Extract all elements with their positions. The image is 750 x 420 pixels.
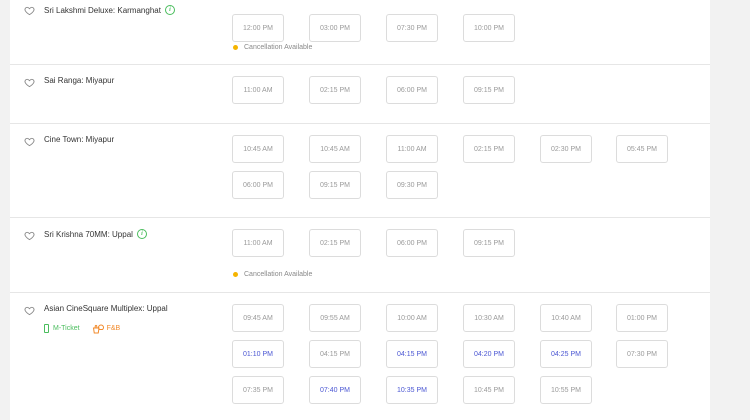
showtime-button[interactable]: 11:00 AM	[386, 135, 438, 163]
venue-row: Asian CineSquare Multiplex: Uppal M-Ticke…	[10, 292, 710, 420]
showtime-button[interactable]: 07:30 PM	[386, 14, 438, 42]
showtime-button[interactable]: 09:55 AM	[309, 304, 361, 332]
venue-row: Cine Town: Miyapur 10:45 AM 10:45 AM 11:00 …	[10, 123, 710, 218]
showtime-button[interactable]: 10:45 AM	[309, 135, 361, 163]
cancellation-note: Cancellation Available	[233, 44, 312, 51]
heart-icon[interactable]	[24, 305, 35, 316]
showtime-button[interactable]: 02:15 PM	[309, 76, 361, 104]
showtime-button[interactable]: 07:35 PM	[232, 376, 284, 404]
showtime-button[interactable]: 09:15 PM	[309, 171, 361, 199]
cancellation-text: Cancellation Available	[244, 271, 313, 278]
showtime-button[interactable]: 10:00 AM	[386, 304, 438, 332]
showtime-button[interactable]: 10:45 PM	[463, 376, 515, 404]
venue-name: Asian CineSquare Multiplex: Uppal	[44, 304, 168, 313]
venue-name-text: Asian CineSquare Multiplex: Uppal	[44, 304, 168, 313]
showtime-button[interactable]: 04:25 PM	[540, 340, 592, 368]
showtime-button[interactable]: 03:00 PM	[309, 14, 361, 42]
showtime-button[interactable]: 02:15 PM	[463, 135, 515, 163]
venue-features: M-Ticket F&B	[44, 323, 120, 334]
showtime-button[interactable]: 04:15 PM	[386, 340, 438, 368]
fnb-label: F&B	[106, 325, 121, 332]
heart-icon[interactable]	[24, 230, 35, 241]
venue-name: Sri Krishna 70MM: Uppal i	[44, 229, 147, 239]
showtime-button[interactable]: 10:55 PM	[540, 376, 592, 404]
showtime-button[interactable]: 09:30 PM	[386, 171, 438, 199]
showtime-button[interactable]: 10:45 AM	[232, 135, 284, 163]
venue-name: Sai Ranga: Miyapur	[44, 76, 114, 85]
showtime-button[interactable]: 06:00 PM	[386, 229, 438, 257]
heart-icon[interactable]	[24, 5, 35, 16]
venue-name-text: Sai Ranga: Miyapur	[44, 76, 115, 85]
venue-row: Sai Ranga: Miyapur 11:00 AM 02:15 PM 06:00 …	[10, 64, 710, 124]
mobile-ticket-icon	[44, 324, 49, 333]
showtime-button[interactable]: 04:20 PM	[463, 340, 515, 368]
showtime-button[interactable]: 04:15 PM	[309, 340, 361, 368]
showtime-button[interactable]: 02:30 PM	[540, 135, 592, 163]
showtime-button[interactable]: 06:00 PM	[232, 171, 284, 199]
showtime-button[interactable]: 02:15 PM	[309, 229, 361, 257]
venue-name: Cine Town: Miyapur	[44, 135, 114, 144]
showtime-button[interactable]: 10:40 AM	[540, 304, 592, 332]
venue-name-text: Sri Lakshmi Deluxe: Karmanghat	[44, 5, 161, 15]
food-icon	[92, 323, 104, 334]
heart-icon[interactable]	[24, 77, 35, 88]
venue-name-text: Cine Town: Miyapur	[44, 135, 115, 144]
showtime-button[interactable]: 06:00 PM	[386, 76, 438, 104]
venue-row: Sri Krishna 70MM: Uppal i 11:00 AM 02:15 PM…	[10, 217, 710, 293]
venue-name: Sri Lakshmi Deluxe: Karmanghat i	[44, 5, 175, 15]
status-dot	[233, 45, 238, 50]
showtime-button[interactable]: 10:35 PM	[386, 376, 438, 404]
showtimes-panel: Sri Lakshmi Deluxe: Karmanghat i 12:00 PM 0…	[10, 0, 710, 420]
cancellation-note: Cancellation Available	[233, 271, 312, 278]
showtime-button[interactable]: 10:00 PM	[463, 14, 515, 42]
mticket-label: M-Ticket	[53, 325, 80, 332]
showtime-button[interactable]: 10:30 AM	[463, 304, 515, 332]
showtime-button[interactable]: 09:45 AM	[232, 304, 284, 332]
showtime-button[interactable]: 05:45 PM	[616, 135, 668, 163]
showtime-button[interactable]: 12:00 PM	[232, 14, 284, 42]
showtime-button[interactable]: 07:30 PM	[616, 340, 668, 368]
venue-name-text: Sri Krishna 70MM: Uppal	[44, 229, 133, 239]
info-icon[interactable]: i	[136, 229, 147, 239]
cancellation-text: Cancellation Available	[244, 44, 313, 51]
showtime-button[interactable]: 01:00 PM	[616, 304, 668, 332]
showtime-button[interactable]: 11:00 AM	[232, 229, 284, 257]
showtime-button[interactable]: 11:00 AM	[232, 76, 284, 104]
showtime-button[interactable]: 09:15 PM	[463, 76, 515, 104]
showtime-button[interactable]: 07:40 PM	[309, 376, 361, 404]
status-dot	[233, 272, 238, 277]
showtime-button[interactable]: 01:10 PM	[232, 340, 284, 368]
heart-icon[interactable]	[24, 136, 35, 147]
venue-row: Sri Lakshmi Deluxe: Karmanghat i 12:00 PM 0…	[10, 0, 710, 65]
info-icon[interactable]: i	[164, 5, 175, 15]
showtime-button[interactable]: 09:15 PM	[463, 229, 515, 257]
